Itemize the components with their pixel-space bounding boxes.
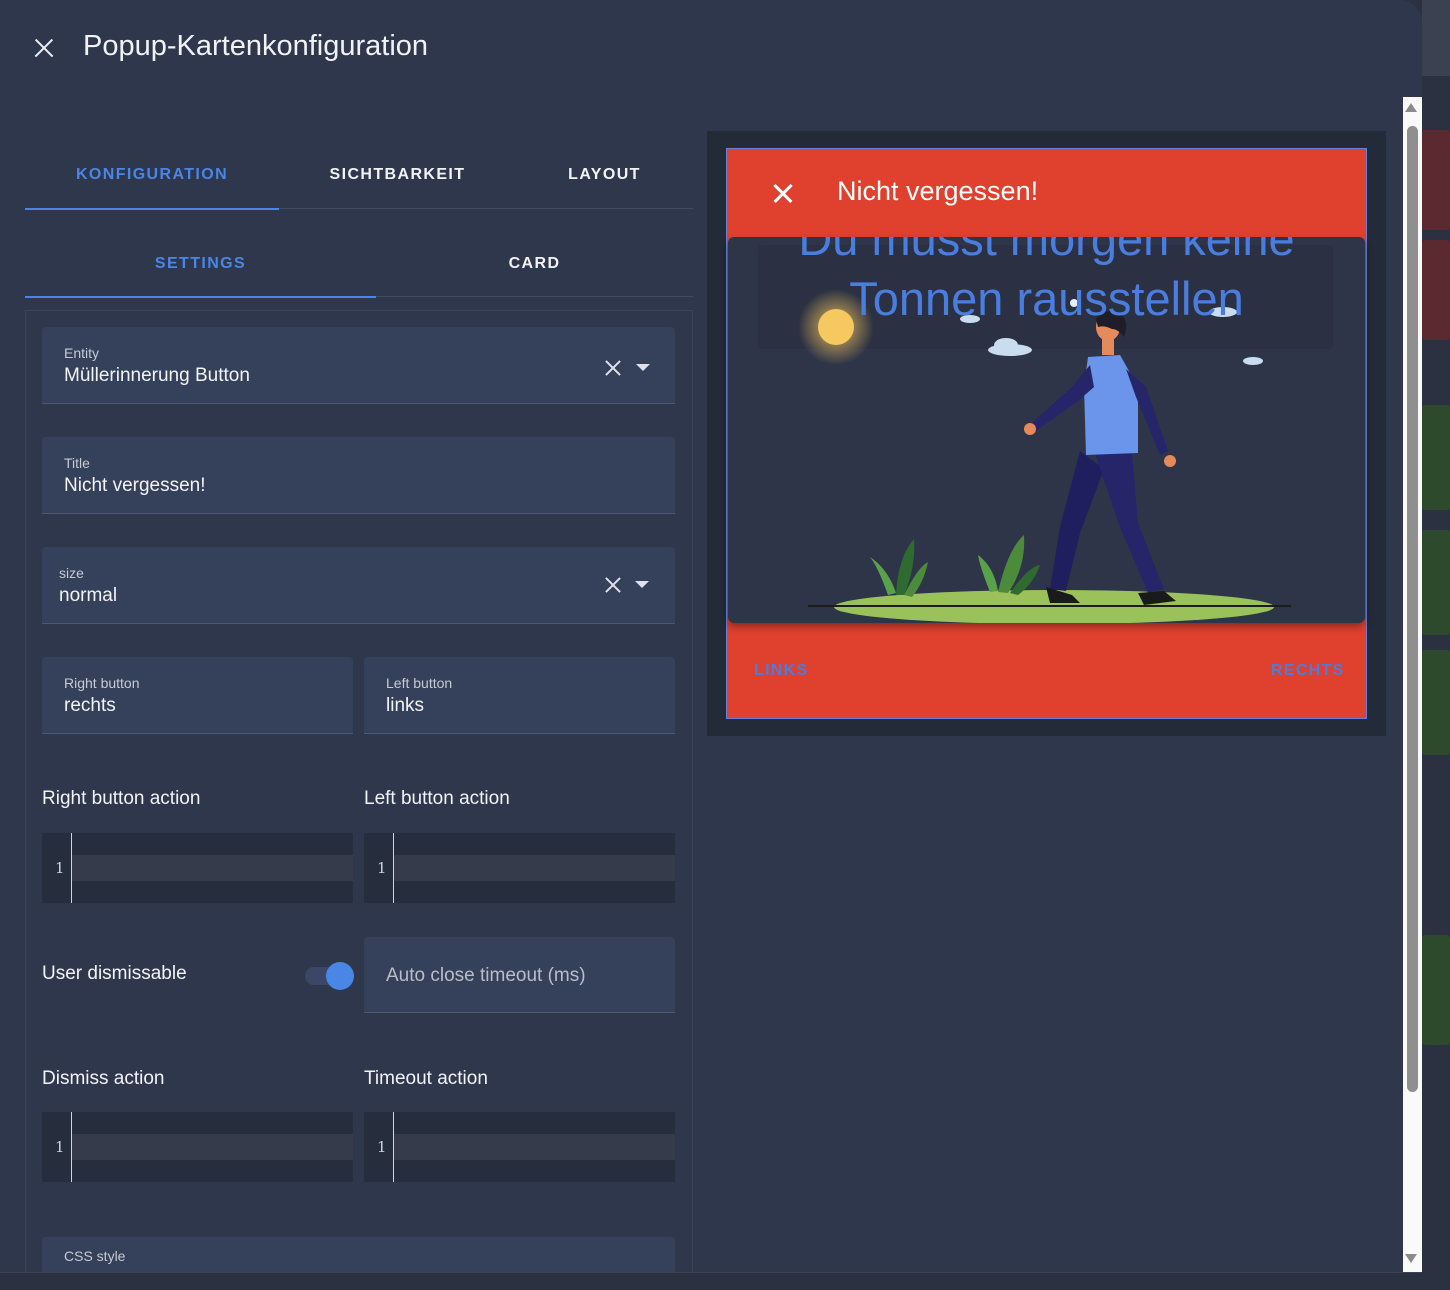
clear-icon[interactable] [603,358,623,378]
scrollbar-thumb[interactable] [1407,126,1418,1092]
popup-left-button[interactable]: LINKS [754,662,809,680]
entity-label: Entity [64,345,100,361]
user-dismissable-label: User dismissable [42,963,187,984]
size-value: normal [59,585,118,606]
dialog-title: Popup-Kartenkonfiguration [83,30,429,62]
tab-layout[interactable]: LAYOUT [516,140,693,209]
clear-icon[interactable] [603,575,623,595]
title-label: Title [64,455,90,471]
popup-content-card: Du musst morgen keine Tonnen rausstellen [728,237,1365,623]
gutter-divider [393,1112,394,1182]
popup-close-icon[interactable] [771,181,795,205]
tab-sichtbarkeit[interactable]: SICHTBARKEIT [279,140,516,209]
background-card [1422,405,1450,510]
gutter-divider [71,1112,72,1182]
toggle-knob [326,962,354,990]
entity-value: Müllerinnerung Button [64,365,250,386]
chevron-down-icon[interactable] [635,581,649,588]
css-style-label: CSS style [64,1248,126,1264]
timeout-action-label: Timeout action [364,1068,488,1089]
timeout-action-editor[interactable]: 1 [364,1112,675,1182]
gutter-divider [393,833,394,903]
size-select[interactable]: size normal [42,547,675,624]
user-dismissable-toggle[interactable] [303,962,354,990]
size-label: size [59,565,84,581]
background-card [1422,650,1450,755]
scroll-up-arrow-icon[interactable] [1405,103,1417,112]
config-tabs: KONFIGURATION SICHTBARKEIT LAYOUT [25,140,693,210]
left-button-field[interactable]: Left button links [364,657,675,734]
background-card [1422,240,1450,340]
popup-message: Du musst morgen keine Tonnen rausstellen [798,237,1295,325]
close-icon[interactable] [30,34,58,62]
settings-tabs: SETTINGS CARD [25,230,693,298]
tab-konfiguration[interactable]: KONFIGURATION [25,140,279,210]
right-button-label: Right button [64,675,140,691]
active-line [72,1134,353,1160]
background-card [1422,130,1450,230]
dialog-header: Popup-Kartenkonfiguration [0,0,1422,96]
active-line [72,855,353,881]
popup-title: Nicht vergessen! [837,176,1039,206]
title-value: Nicht vergessen! [64,475,206,496]
title-field[interactable]: Title Nicht vergessen! [42,437,675,514]
tab-settings[interactable]: SETTINGS [25,230,376,298]
line-number: 1 [55,859,65,877]
tab-card[interactable]: CARD [376,230,693,297]
popup-card-config-dialog: Popup-Kartenkonfiguration KONFIGURATION … [0,0,1422,1290]
right-button-action-editor[interactable]: 1 [42,833,353,903]
popup-right-button[interactable]: RECHTS [1271,662,1345,680]
dismiss-action-editor[interactable]: 1 [42,1112,353,1182]
right-button-value: rechts [64,695,116,716]
gutter-divider [71,833,72,903]
line-number: 1 [55,1138,65,1156]
background-card [1422,935,1450,1045]
active-line [394,855,675,881]
background-topbar [1422,0,1450,76]
background-strip [1422,0,1450,1290]
left-button-action-label: Left button action [364,788,510,809]
line-number: 1 [377,1138,387,1156]
left-button-label: Left button [386,675,453,691]
chevron-down-icon[interactable] [636,364,650,371]
dialog-bottom-edge [0,1272,1422,1290]
right-button-action-label: Right button action [42,788,201,809]
auto-close-timeout-field[interactable]: Auto close timeout (ms) [364,937,675,1013]
entity-select[interactable]: Entity Müllerinnerung Button [42,327,675,404]
background-card [1422,530,1450,635]
left-button-value: links [386,695,425,716]
right-button-field[interactable]: Right button rechts [42,657,353,734]
left-button-action-editor[interactable]: 1 [364,833,675,903]
line-number: 1 [377,859,387,877]
auto-close-placeholder: Auto close timeout (ms) [386,965,586,986]
dismiss-action-label: Dismiss action [42,1068,165,1089]
scroll-down-arrow-icon[interactable] [1405,1254,1417,1263]
active-line [394,1134,675,1160]
